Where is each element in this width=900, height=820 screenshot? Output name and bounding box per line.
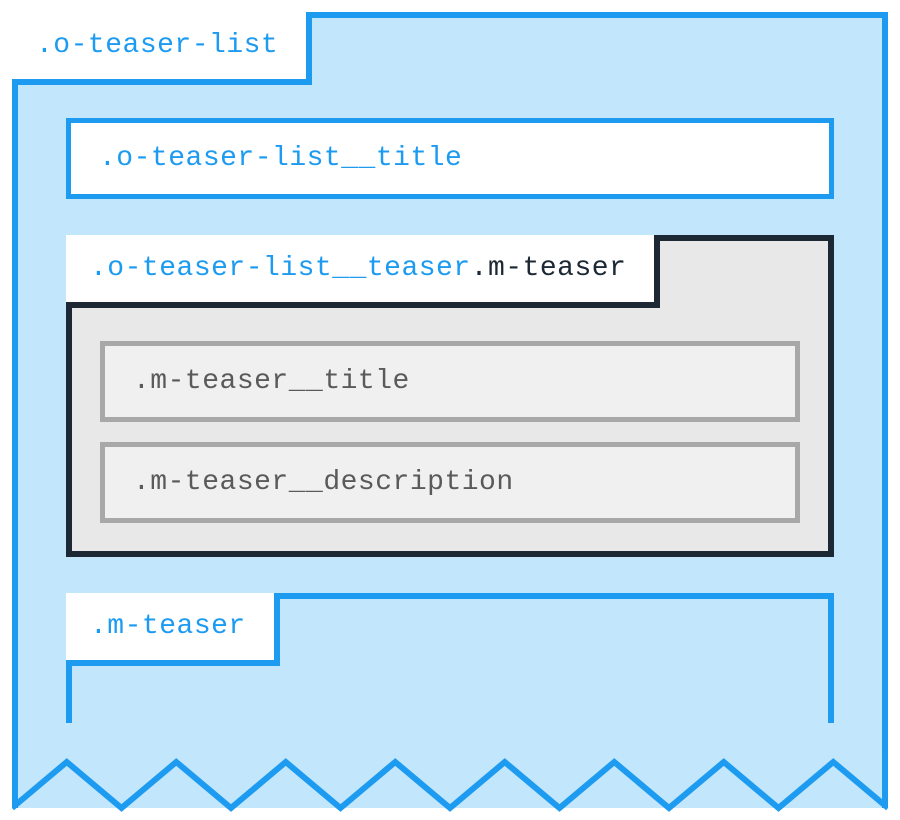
m-teaser-description-box: .m-teaser__description [100,442,800,523]
o-teaser-list-label: .o-teaser-list [12,12,312,85]
o-teaser-list-container: .o-teaser-list .o-teaser-list__title .o-… [12,12,888,808]
teaser-label-part2: .m-teaser [471,253,627,284]
torn-edge-icon [12,754,888,814]
o-teaser-list-title-text: .o-teaser-list__title [99,143,801,174]
m-teaser-title-box: .m-teaser__title [100,341,800,422]
content-area: .o-teaser-list__title .o-teaser-list__te… [18,18,882,723]
m-teaser-title-text: .m-teaser__title [133,366,767,397]
m-teaser-component: .o-teaser-list__teaser.m-teaser .m-tease… [66,235,834,557]
o-teaser-list-label-text: .o-teaser-list [36,30,278,61]
second-m-teaser-container: .m-teaser [66,593,834,723]
o-teaser-list-title-box: .o-teaser-list__title [66,118,834,199]
m-teaser-label: .o-teaser-list__teaser.m-teaser [66,235,660,308]
second-m-teaser-label-text: .m-teaser [90,611,246,642]
m-teaser-description-text: .m-teaser__description [133,467,767,498]
second-m-teaser-label: .m-teaser [66,593,280,666]
teaser-label-part1: .o-teaser-list__teaser [90,253,471,284]
